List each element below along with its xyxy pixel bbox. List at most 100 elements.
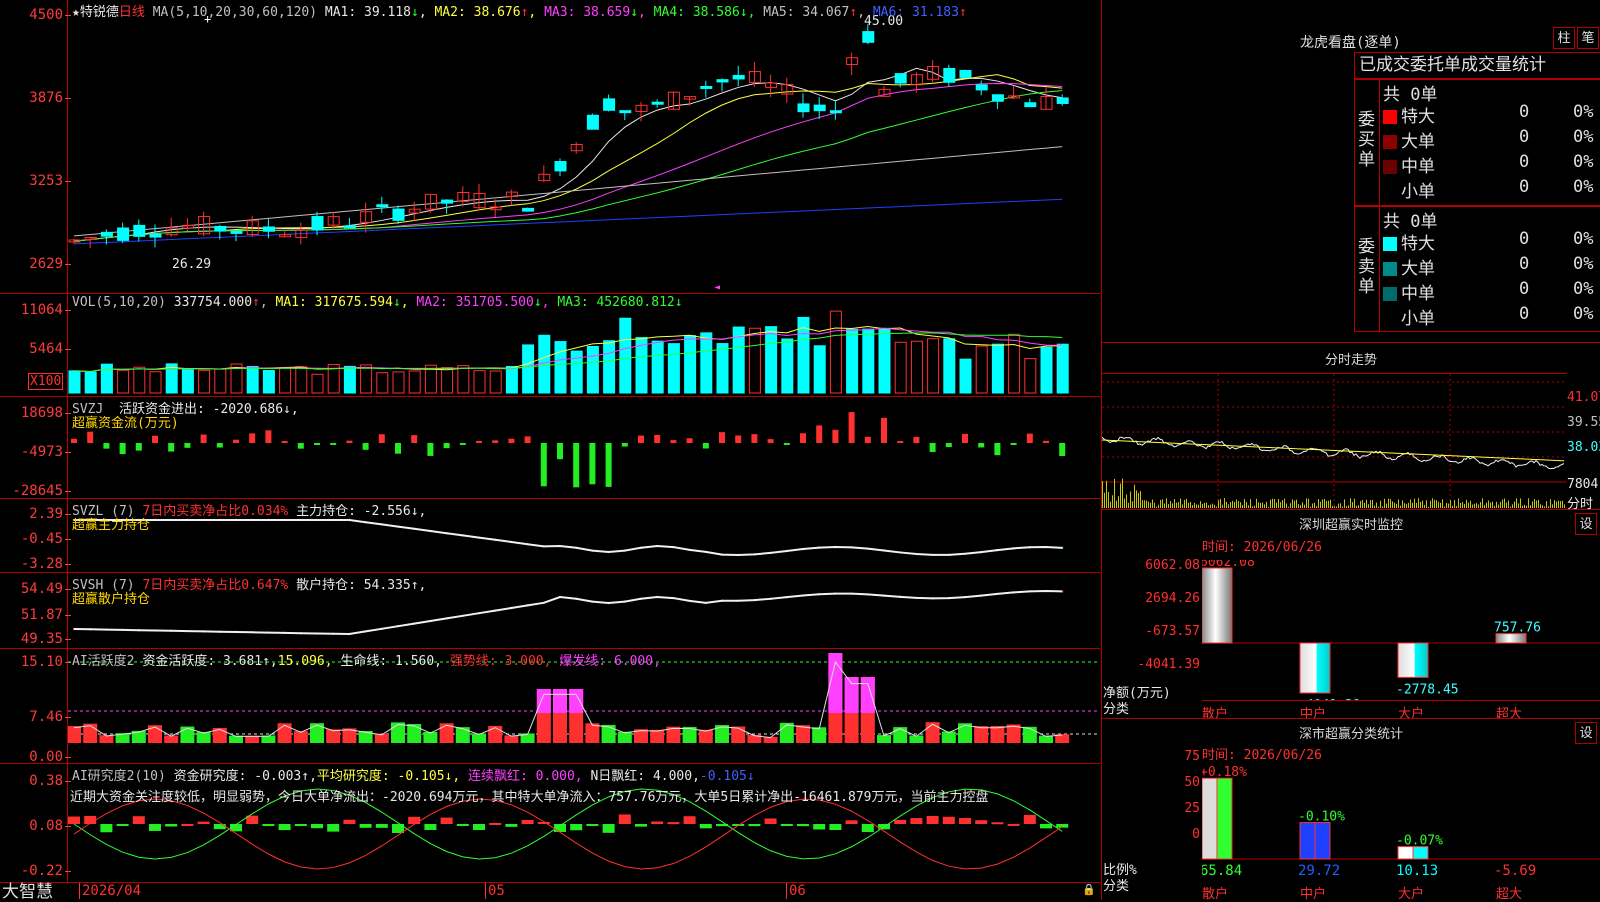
activity-bar xyxy=(601,724,616,743)
y-tick: 54.49 xyxy=(20,581,72,597)
lhk-tabs[interactable]: 已成交委托单成交量统计 xyxy=(1354,52,1600,79)
fund-flow-bar xyxy=(540,443,547,487)
change-label: -0.10% xyxy=(1298,810,1345,825)
order-type: 大单 xyxy=(1401,259,1435,279)
research-bar xyxy=(1007,823,1020,826)
intraday-vol-bar xyxy=(1468,502,1469,508)
intraday-vol-bar xyxy=(1142,500,1143,508)
intraday-vol-bar xyxy=(1384,498,1385,508)
volume-panel[interactable]: 11064 5464 X100 VOL(5,10,20) 337754.000↑… xyxy=(0,294,1100,397)
fund-flow-bar xyxy=(362,443,369,450)
ai-research-plot[interactable]: AI研究度2(10) 资金研究度: -0.003↑,平均研究度: -0.105↓… xyxy=(68,764,1100,882)
svsh-plot[interactable]: SVSH (7) 7日内买卖净占比0.647% 散户持仓: 54.335↑, 超… xyxy=(68,573,1100,648)
volume-bar xyxy=(910,340,923,394)
kline-plot[interactable]: ★特锐德日线 MA(5,10,20,30,60,120) MA1: 39.118… xyxy=(68,0,1100,293)
order-row: 中单 0 0% xyxy=(1383,152,1600,177)
y-tick: 50 xyxy=(1184,775,1200,790)
tick-mode-button[interactable]: 笔 xyxy=(1577,27,1599,49)
intraday-vol-bar xyxy=(1558,500,1559,508)
intraday-vol-bar xyxy=(1386,503,1387,508)
intraday-vol-bar xyxy=(1134,484,1135,508)
intraday-vol-bar xyxy=(1168,504,1169,508)
kline-panel[interactable]: 4500 3876 3253 2629 ★特锐德日线 MA(5,10,20,30… xyxy=(0,0,1100,294)
star-icon[interactable]: ★ xyxy=(72,5,80,20)
ma2-readout: MA2: 38.676↑, xyxy=(434,5,537,20)
ai-comment: 近期大资金关注度较低，明显弱势，今日大单净流出：-2020.694万元，其中特大… xyxy=(70,790,989,805)
intraday-vol-bar xyxy=(1102,481,1103,508)
intraday-vol-bar xyxy=(1212,503,1213,508)
candle-body xyxy=(376,204,389,208)
research-bar xyxy=(699,824,712,829)
intraday-vol-bar xyxy=(1448,503,1449,508)
ai-activity-header: AI活跃度2 资金活跃度: 3.681↑,15.096, 生命线: 1.560,… xyxy=(72,654,661,669)
monitor-settings-button[interactable]: 设 xyxy=(1575,513,1597,535)
bar-mode-button[interactable]: 柱 xyxy=(1553,27,1575,49)
order-type: 特大 xyxy=(1401,234,1435,254)
research-bar xyxy=(1023,814,1036,824)
research-bar xyxy=(489,822,502,825)
candlestick-chart[interactable] xyxy=(68,0,1100,293)
intraday-vol-bar xyxy=(1480,502,1481,508)
order-count: 0 xyxy=(1519,177,1530,197)
fund-flow-bar xyxy=(962,433,968,443)
candle-body xyxy=(619,110,632,114)
research-bar xyxy=(635,824,647,827)
intraday-vol-bar xyxy=(1224,498,1225,508)
intraday-plot[interactable] xyxy=(1101,373,1567,510)
scroll-marker-icon[interactable]: ◄ xyxy=(714,282,720,293)
intraday-vol-bar xyxy=(1320,501,1321,508)
order-row: 小单 0 0% xyxy=(1383,177,1600,202)
candle-body xyxy=(117,227,130,241)
ai-activity-plot[interactable]: AI活跃度2 资金活跃度: 3.681↑,15.096, 生命线: 1.560,… xyxy=(68,649,1100,763)
y-tick: -28645 xyxy=(12,483,71,499)
activity-bar xyxy=(1022,726,1037,743)
intraday-vol-bar xyxy=(1268,506,1269,508)
intraday-vol-bar xyxy=(1310,506,1311,508)
y-tick: -4973 xyxy=(20,444,72,460)
ai-activity-panel[interactable]: 15.10 7.46 0.00 AI活跃度2 资金活跃度: 3.681↑,15.… xyxy=(0,649,1100,765)
order-type: 小单 xyxy=(1401,309,1435,329)
lock-icon[interactable]: 🔒 xyxy=(1082,883,1096,896)
intraday-vol-bar xyxy=(1282,500,1283,508)
intraday-vol-bar xyxy=(1554,500,1555,508)
lhk-panel: 龙虎看盘(逐单) 柱 笔 已成交委托单成交量统计 委买单 共 0单 特大 0 0% 大… xyxy=(1101,0,1600,343)
net-amount-chart: 6062.08-4041.39-2778.45757.76 xyxy=(1200,555,1600,713)
svzj-panel[interactable]: 18698 -4973 -28645 SVZJ 活跃资金进出: -2020.68… xyxy=(0,397,1100,499)
intraday-vol-bar xyxy=(1380,500,1381,508)
monitor-plot: 6062.08-4041.39-2778.45757.76 xyxy=(1200,555,1600,713)
fund-flow-bar xyxy=(945,443,952,448)
intraday-vol-bar xyxy=(1336,506,1337,508)
intraday-vol-bar xyxy=(1508,500,1509,508)
fund-flow-bar xyxy=(265,430,272,443)
volume-bar xyxy=(262,370,275,394)
svzj-plot[interactable]: SVZJ 活跃资金进出: -2020.686↓, 超赢资金流(万元) xyxy=(68,397,1100,498)
order-row: 特大 0 0% xyxy=(1383,102,1600,127)
research-bar xyxy=(813,824,826,830)
intraday-vol-bar xyxy=(1446,503,1447,508)
intraday-vol-bar xyxy=(1492,501,1493,508)
svzj-subtitle: 超赢资金流(万元) xyxy=(72,416,179,431)
order-count: 0 xyxy=(1519,127,1530,147)
net-amount-bar xyxy=(1397,642,1429,678)
intraday-vol-bar xyxy=(1524,504,1525,508)
svzl-plot[interactable]: SVZL (7) 7日内买卖净占比0.034% 主力持仓: -2.556↓, 超… xyxy=(68,499,1100,572)
intraday-vol-bar xyxy=(1392,501,1393,508)
intraday-panel[interactable]: 分时走势 41.07 39.55 38.03 7804 分时 xyxy=(1101,343,1600,512)
intraday-chart[interactable] xyxy=(1101,374,1567,510)
ai-research-panel[interactable]: 0.38 0.08 -0.22 AI研究度2(10) 资金研究度: -0.003… xyxy=(0,764,1100,882)
volume-plot[interactable]: VOL(5,10,20) 337754.000↑, MA1: 317675.59… xyxy=(68,294,1100,396)
period-label[interactable]: 日线 xyxy=(119,5,145,20)
volume-bar xyxy=(846,328,859,394)
volume-bar xyxy=(1008,333,1021,394)
svzl-panel[interactable]: 2.39 -0.45 -3.28 SVZL (7) 7日内买卖净占比0.034%… xyxy=(0,499,1100,573)
fund-flow-bar xyxy=(395,443,401,454)
fund-flow-bar xyxy=(848,412,855,443)
intraday-vol-bar xyxy=(1510,506,1511,508)
research-bar xyxy=(845,820,858,824)
svsh-panel[interactable]: 54.49 51.87 49.35 SVSH (7) 7日内买卖净占比0.647… xyxy=(0,573,1100,649)
intraday-vol-bar xyxy=(1542,505,1543,508)
fund-flow-bar xyxy=(103,443,110,449)
activity-bar xyxy=(391,722,405,743)
stats-settings-button[interactable]: 设 xyxy=(1575,722,1597,744)
candle-body xyxy=(1024,102,1037,108)
